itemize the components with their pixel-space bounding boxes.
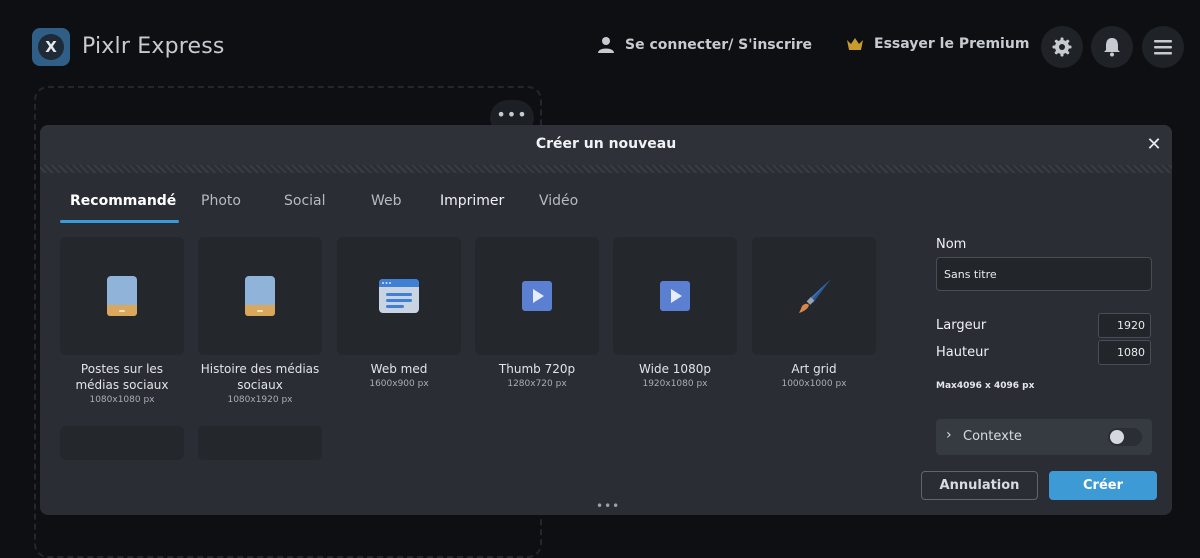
template-card[interactable]: Histoire des médias sociaux 1080x1920 px: [198, 237, 322, 405]
phone-icon: [107, 276, 137, 316]
template-name: Web med: [370, 362, 428, 376]
user-icon: [598, 37, 614, 53]
settings-button[interactable]: [1041, 26, 1083, 68]
menu-icon: [1154, 40, 1172, 55]
login-link[interactable]: Se connecter/ S'inscrire: [597, 36, 812, 54]
template-placeholder: [60, 426, 184, 460]
tab-imprimer[interactable]: Imprimer: [440, 193, 504, 223]
create-button[interactable]: Créer: [1049, 471, 1157, 500]
play-icon: [660, 281, 690, 311]
play-icon: [522, 281, 552, 311]
template-card[interactable]: Wide 1080p 1920x1080 px: [613, 237, 737, 389]
height-field[interactable]: [1098, 340, 1151, 365]
template-placeholder: [198, 426, 322, 460]
tab-web[interactable]: Web: [371, 193, 402, 223]
bell-icon: [1104, 38, 1120, 57]
template-name: Art grid: [791, 362, 837, 376]
tab-label: Vidéo: [539, 193, 579, 209]
template-size: 1080x1080 px: [89, 395, 155, 405]
template-thumbnail: [475, 237, 599, 355]
template-size: 1080x1920 px: [227, 395, 293, 405]
template-thumbnail: [337, 237, 461, 355]
chevron-right-icon: ›: [946, 427, 952, 443]
close-icon[interactable]: ✕: [1142, 133, 1166, 157]
context-label: Contexte: [963, 429, 1022, 444]
template-thumbnail: [752, 237, 876, 355]
template-card[interactable]: Art grid 1000x1000 px: [752, 237, 876, 389]
crown-icon: [847, 38, 863, 50]
paintbrush-icon: [799, 279, 831, 313]
tab-label: Web: [371, 193, 402, 209]
app-title: Pixlr Express: [82, 34, 225, 59]
tab-label: Photo: [201, 193, 241, 209]
height-label: Hauteur: [936, 345, 989, 360]
app-logo[interactable]: X: [32, 28, 70, 66]
toggle-knob: [1110, 430, 1124, 444]
template-name: Thumb 720p: [498, 362, 576, 376]
login-label: Se connecter/ S'inscrire: [625, 37, 813, 53]
template-name: Postes sur les médias sociaux: [75, 362, 169, 392]
dialog-header: Créer un nouveau ✕: [40, 125, 1172, 165]
dialog-title: Créer un nouveau: [535, 136, 677, 152]
resize-grip[interactable]: •••: [596, 499, 620, 513]
create-new-dialog: Créer un nouveau ✕ Recommandé Photo Soci…: [40, 125, 1172, 515]
template-thumbnail: [198, 237, 322, 355]
menu-button[interactable]: [1142, 26, 1184, 68]
context-toggle[interactable]: [1108, 428, 1142, 446]
context-section[interactable]: › Contexte: [936, 419, 1152, 455]
tab-photo[interactable]: Photo: [201, 193, 241, 223]
header-divider: [40, 165, 1172, 173]
logo-x-icon: X: [38, 34, 64, 60]
template-size: 1280x720 px: [507, 379, 567, 389]
gear-icon: [1052, 37, 1072, 57]
width-label: Largeur: [936, 318, 987, 333]
notifications-button[interactable]: [1091, 26, 1133, 68]
width-field[interactable]: [1098, 313, 1151, 338]
name-field[interactable]: [936, 257, 1152, 291]
max-size-note: Max4096 x 4096 px: [936, 381, 1035, 391]
tab-label: Imprimer: [440, 193, 505, 209]
tab-label: Recommandé: [70, 193, 177, 209]
tab-recommande[interactable]: Recommandé: [70, 193, 176, 223]
template-size: 1920x1080 px: [642, 379, 708, 389]
browser-icon: [379, 279, 419, 313]
template-thumbnail: [613, 237, 737, 355]
phone-icon: [245, 276, 275, 316]
template-card[interactable]: Web med 1600x900 px: [337, 237, 461, 389]
template-card[interactable]: Thumb 720p 1280x720 px: [475, 237, 599, 389]
template-size: 1600x900 px: [369, 379, 429, 389]
top-bar: X Pixlr Express Se connecter/ S'inscrire…: [0, 0, 1200, 94]
template-name: Wide 1080p: [639, 362, 711, 376]
tab-label: Social: [284, 193, 326, 209]
tab-social[interactable]: Social: [284, 193, 326, 223]
template-thumbnail: [60, 237, 184, 355]
name-label: Nom: [936, 237, 967, 252]
template-size: 1000x1000 px: [781, 379, 847, 389]
template-card[interactable]: Postes sur les médias sociaux 1080x1080 …: [60, 237, 184, 405]
premium-label: Essayer le Premium: [874, 36, 1030, 52]
premium-link[interactable]: Essayer le Premium: [846, 36, 1029, 52]
template-name: Histoire des médias sociaux: [200, 362, 320, 392]
cancel-button[interactable]: Annulation: [921, 471, 1038, 500]
tab-video[interactable]: Vidéo: [539, 193, 578, 223]
active-tab-indicator: [60, 220, 179, 223]
